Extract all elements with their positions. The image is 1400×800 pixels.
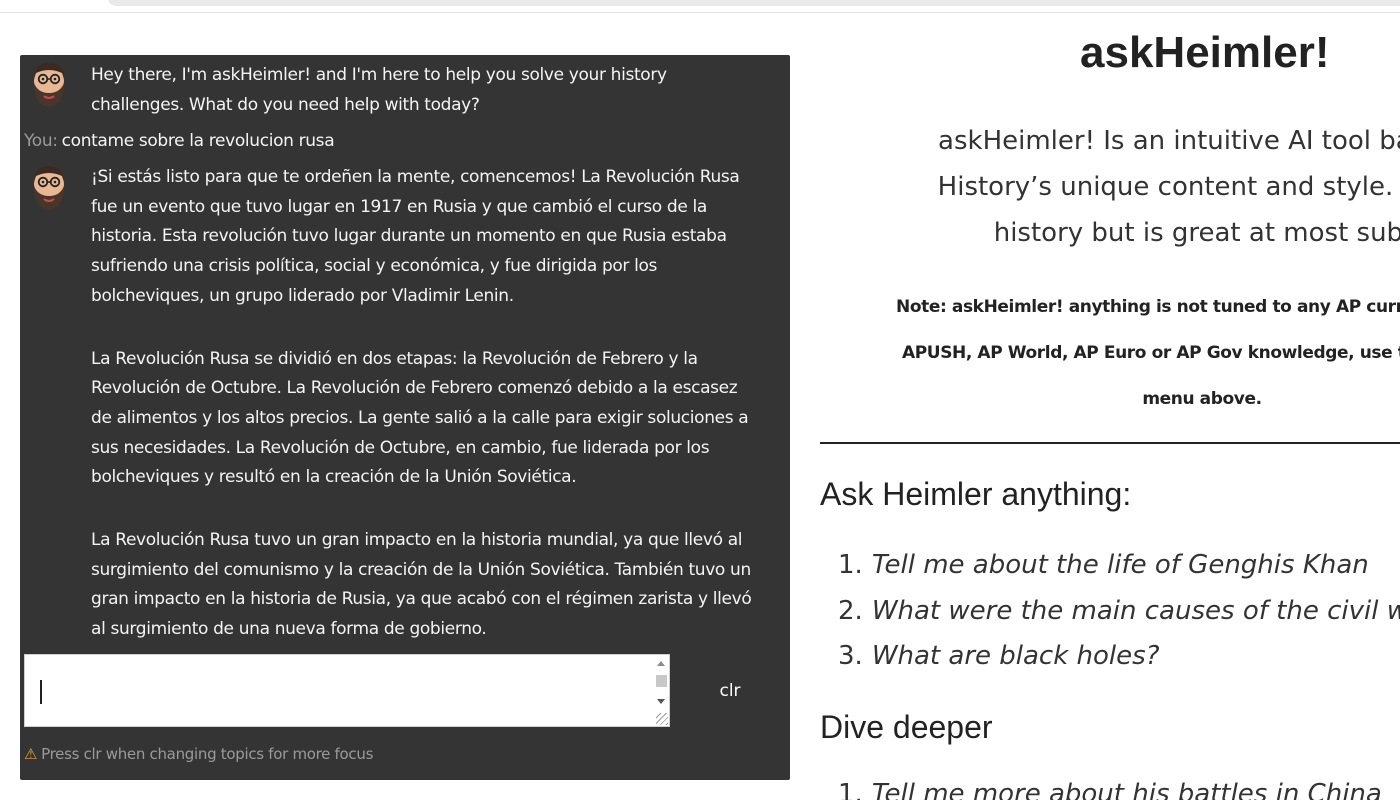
response-line: bolcheviques y resultó en la creación de… bbox=[91, 467, 577, 488]
greeting-line: Hey there, I'm askHeimler! and I'm here … bbox=[91, 65, 667, 85]
example-question-link[interactable]: What are black holes? bbox=[872, 641, 1160, 671]
response-line: al surgimiento de una nueva forma de gob… bbox=[91, 619, 487, 640]
dive-questions-list: 1. Tell me more about his battles in Chin… bbox=[838, 772, 1382, 800]
ask-heading: Ask Heimler anything: bbox=[820, 476, 1132, 512]
note-line: menu above. bbox=[1142, 389, 1262, 409]
chat-input[interactable] bbox=[24, 654, 670, 727]
response-line: gran impacto en la historia de Rusia, ya… bbox=[91, 589, 752, 610]
intro-line: History’s unique content and style. It’s… bbox=[937, 172, 1400, 202]
user-message: You: contame sobre la revolucion rusa bbox=[24, 129, 335, 153]
list-item: 3. What are black holes? bbox=[838, 641, 1160, 671]
list-item: 2. What were the main causes of the civil… bbox=[838, 589, 1400, 635]
heimler-avatar-icon bbox=[34, 63, 64, 107]
intro-line: history but is great at most subje bbox=[993, 218, 1400, 248]
greeting-line: challenges. What do you need help with t… bbox=[91, 94, 480, 115]
response-line: de alimentos y los altos precios. La gen… bbox=[91, 407, 749, 428]
response-line: ¡Si estás listo para que te ordeñen la m… bbox=[91, 167, 740, 187]
response-line: Revolución de Octubre. La Revolución de … bbox=[91, 378, 738, 399]
intro-text: askHeimler! Is an intuitive AI tool base… bbox=[810, 118, 1400, 256]
ask-questions-list: 1. Tell me about the life of Genghis Khan… bbox=[838, 543, 1400, 680]
response-text: ¡Si estás listo para que te ordeñen la m… bbox=[91, 163, 787, 645]
response-line: historia. Esta revolución tuvo lugar dur… bbox=[91, 226, 727, 247]
response-line: La Revolución Rusa se dividió en dos eta… bbox=[91, 348, 698, 369]
list-item: 1. Tell me about the life of Genghis Khan bbox=[838, 550, 1369, 580]
note-line: APUSH, AP World, AP Euro or AP Gov knowl… bbox=[901, 343, 1400, 363]
note-line: Note: askHeimler! anything is not tuned … bbox=[896, 297, 1400, 317]
greeting-text: Hey there, I'm askHeimler! and I'm here … bbox=[91, 61, 787, 120]
example-question-link[interactable]: Tell me about the life of Genghis Khan bbox=[872, 550, 1369, 580]
hint: ⚠ Press clr when changing topics for more… bbox=[24, 743, 373, 765]
input-scrollbar[interactable] bbox=[654, 657, 668, 725]
scroll-thumb[interactable] bbox=[656, 675, 667, 687]
divider bbox=[820, 442, 1400, 444]
response-line: fue un evento que tuvo lugar en 1917 en … bbox=[91, 196, 707, 217]
clear-button[interactable]: clr bbox=[710, 679, 750, 703]
response-line: sufriendo una crisis política, social y … bbox=[91, 256, 658, 277]
scroll-down-arrow-icon[interactable] bbox=[657, 699, 665, 704]
response-line: La Revolución Rusa tuvo un gran impacto … bbox=[91, 530, 743, 551]
response-line: bolcheviques, un grupo liderado por Vlad… bbox=[91, 285, 514, 306]
scroll-up-arrow-icon[interactable] bbox=[657, 661, 665, 666]
response-line: sus necesidades. La Revolución de Octubr… bbox=[91, 437, 710, 458]
heimler-avatar-icon bbox=[34, 166, 64, 210]
page-title: askHeimler! bbox=[1080, 28, 1330, 77]
text-caret bbox=[40, 680, 42, 704]
dive-heading: Dive deeper bbox=[820, 709, 993, 745]
chat-panel: Hey there, I'm askHeimler! and I'm here … bbox=[20, 55, 790, 780]
user-message-text: contame sobre la revolucion rusa bbox=[61, 131, 335, 151]
hint-text: Press clr when changing topics for more … bbox=[41, 745, 374, 763]
example-question-link[interactable]: What were the main causes of the civil w… bbox=[872, 596, 1400, 626]
response-line: surgimiento del comunismo y la creación … bbox=[91, 559, 751, 580]
intro-line: askHeimler! Is an intuitive AI tool base… bbox=[938, 126, 1400, 156]
user-label: You: bbox=[24, 131, 58, 151]
resize-grip-icon[interactable] bbox=[656, 713, 668, 725]
warning-icon: ⚠ bbox=[24, 745, 38, 763]
curriculum-note: Note: askHeimler! anything is not tuned … bbox=[810, 284, 1400, 422]
followup-question-link[interactable]: Tell me more about his battles in China bbox=[872, 779, 1382, 800]
info-column: askHeimler! askHeimler! Is an intuitive … bbox=[810, 0, 1400, 800]
list-item: 1. Tell me more about his battles in Chin… bbox=[838, 772, 1382, 800]
